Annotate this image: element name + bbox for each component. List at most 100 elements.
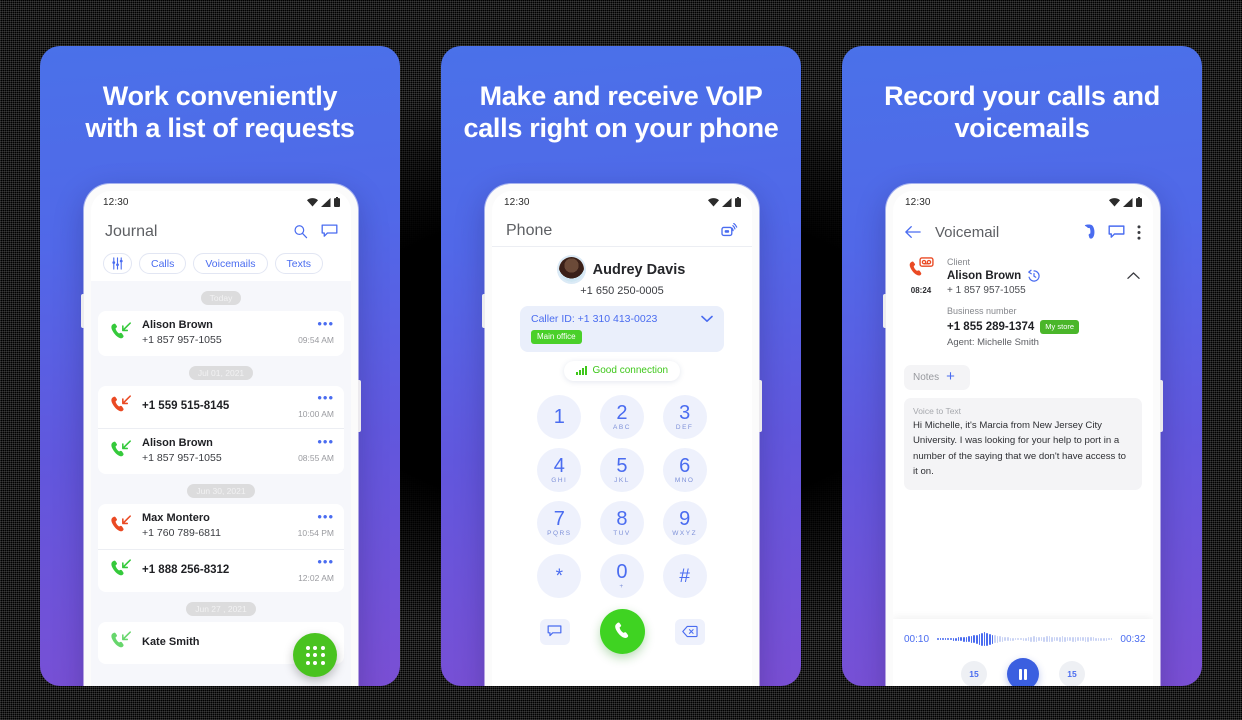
dial-key-0[interactable]: 0 + (599, 554, 644, 598)
dial-key-8[interactable]: 8 TUV (599, 501, 644, 545)
dial-key-digit: 3 (679, 402, 691, 424)
call-icon[interactable] (1081, 224, 1096, 240)
table-row[interactable]: Alison Brown +1 857 957-1055 ••• 08:55 A… (98, 428, 344, 474)
row-number: +1 888 256-8312 (142, 564, 230, 577)
row-menu-button[interactable]: ••• (317, 391, 334, 404)
dial-key-digit: 1 (553, 405, 565, 428)
dial-key-hash[interactable]: # (662, 554, 707, 598)
contact-row: Audrey Davis (492, 257, 752, 282)
row-time: 10:00 AM (298, 408, 334, 419)
back-arrow-icon[interactable] (905, 225, 921, 239)
date-separator-label: Jul 01, 2021 (188, 366, 254, 381)
dial-key-digit: # (679, 565, 690, 587)
journal-card: +1 559 515-8145 ••• 10:00 AM Alison Brow… (98, 386, 344, 475)
forward-15-button[interactable]: 15 (1059, 661, 1085, 686)
dialpad-fab[interactable] (293, 633, 337, 677)
total-time: 00:32 (1120, 633, 1146, 645)
new-message-icon[interactable] (321, 224, 338, 239)
screen-dialer: 12:30 Phone Audrey Davis +1 650 250-0005… (492, 191, 752, 686)
overflow-menu-icon[interactable] (1137, 224, 1141, 240)
voice-to-text-label: Voice to Text (913, 405, 962, 416)
panel-phone-title-line1: Make and receive VoIP (479, 81, 763, 111)
table-row[interactable]: +1 559 515-8145 ••• 10:00 AM (98, 386, 344, 428)
row-number: +1 559 515-8145 (142, 400, 230, 413)
battery-icon (334, 197, 340, 207)
call-button[interactable] (599, 609, 645, 654)
app-bar-dialer: Phone (492, 213, 752, 247)
agent-label: Agent: Michelle Smith (947, 336, 1039, 348)
battery-icon (1136, 197, 1142, 207)
business-number-row: +1 855 289-1374 My store (947, 319, 1118, 334)
row-menu-button[interactable]: ••• (317, 510, 334, 523)
dial-key-9[interactable]: 9 WXYZ (662, 501, 707, 545)
dial-key-letters: JKL (614, 477, 630, 484)
waveform[interactable] (937, 631, 1113, 647)
phone-mock-dialer: 12:30 Phone Audrey Davis +1 650 250-0005… (482, 184, 762, 686)
chip-filter[interactable] (103, 253, 132, 274)
dial-key-4[interactable]: 4 GHI (537, 448, 582, 492)
client-label: Client (947, 257, 971, 267)
dial-key-3[interactable]: 3 DEF (662, 395, 707, 439)
rewind-15-button[interactable]: 15 (961, 661, 987, 686)
row-main: +1 559 515-8145 (137, 398, 298, 415)
dial-key-2[interactable]: 2 ABC (599, 395, 644, 439)
pause-button[interactable] (1007, 658, 1039, 686)
caller-id-selector[interactable]: Caller ID: +1 310 413-0023 Main office (520, 306, 724, 352)
collapse-chevron-icon[interactable] (1127, 255, 1140, 283)
signal-icon (321, 198, 331, 207)
screen-journal: 12:30 Journal Calls Voicemails Texts Tod… (91, 191, 351, 686)
search-icon[interactable] (293, 224, 308, 239)
backspace-button[interactable] (674, 618, 705, 645)
dial-key-letters: + (619, 583, 625, 590)
row-time: 12:02 AM (298, 572, 334, 583)
dial-key-letters: ABC (613, 424, 631, 431)
app-bar-actions (1081, 224, 1141, 240)
new-message-icon[interactable] (1108, 224, 1125, 240)
status-bar: 12:30 (893, 191, 1153, 213)
journal-list[interactable]: Today Alison Brown +1 857 957-1055 ••• 0… (91, 281, 351, 686)
cast-call-icon[interactable] (721, 223, 739, 239)
row-name: Max Montero (142, 512, 210, 525)
date-separator-label: Jun 30, 2021 (187, 484, 255, 499)
app-bar-actions (293, 224, 338, 239)
dial-key-5[interactable]: 5 JKL (599, 448, 644, 492)
dial-key-7[interactable]: 7 PQRS (537, 501, 582, 545)
table-row[interactable]: +1 888 256-8312 ••• 12:02 AM (98, 549, 344, 592)
voice-to-text-body: Hi Michelle, it's Marcia from New Jersey… (913, 419, 1127, 478)
table-row[interactable]: Max Montero +1 760 789-6811 ••• 10:54 PM (98, 504, 344, 549)
dial-key-6[interactable]: 6 MNO (662, 448, 707, 492)
dial-key-1[interactable]: 1 (537, 395, 582, 439)
row-menu-button[interactable]: ••• (317, 435, 334, 448)
row-menu-button[interactable]: ••• (317, 555, 334, 568)
contact-name: Audrey Davis (592, 261, 686, 278)
dial-key-letters: TUV (613, 530, 631, 537)
dial-key-letters: GHI (551, 477, 568, 484)
panel-phone-title-line2: calls right on your phone (463, 113, 779, 144)
history-icon[interactable] (1027, 269, 1041, 283)
dial-key-star[interactable]: * (537, 554, 582, 598)
row-menu-button[interactable]: ••• (317, 317, 334, 330)
dial-key-digit: 9 (679, 508, 691, 530)
voice-to-text-card: Voice to Text Hi Michelle, it's Marcia f… (904, 397, 1142, 490)
chevron-down-icon (701, 315, 713, 322)
panel-voicemail: Record your calls and voicemails 12:30 V… (842, 46, 1202, 686)
chip-calls[interactable]: Calls (139, 253, 187, 274)
chip-texts[interactable]: Texts (274, 253, 324, 274)
call-incoming-green-icon (109, 629, 137, 656)
new-message-button[interactable] (539, 618, 570, 645)
signal-icon (1123, 198, 1133, 207)
status-time: 12:30 (103, 196, 129, 208)
chip-voicemails[interactable]: Voicemails (193, 253, 268, 274)
panel-journal-title-line1: Work conveniently (102, 81, 338, 111)
voicemail-duration: 08:24 (910, 286, 932, 295)
connection-label: Good connection (592, 365, 669, 376)
dial-key-digit: 6 (679, 455, 691, 477)
voicemail-item[interactable]: 08:24 Client Alison Brown + 1 857 957-10… (893, 247, 1153, 358)
row-number: +1 760 789-6811 (142, 526, 221, 539)
dial-key-letters: WXYZ (672, 530, 698, 537)
audio-player: 00:10 00:32 15 15 (893, 619, 1153, 686)
row-right: ••• 09:54 AM (298, 317, 334, 345)
panel-voicemail-title-line1: Record your calls and (884, 81, 1160, 111)
notes-button[interactable]: Notes + (904, 364, 970, 390)
table-row[interactable]: Alison Brown +1 857 957-1055 ••• 09:54 A… (98, 311, 344, 356)
